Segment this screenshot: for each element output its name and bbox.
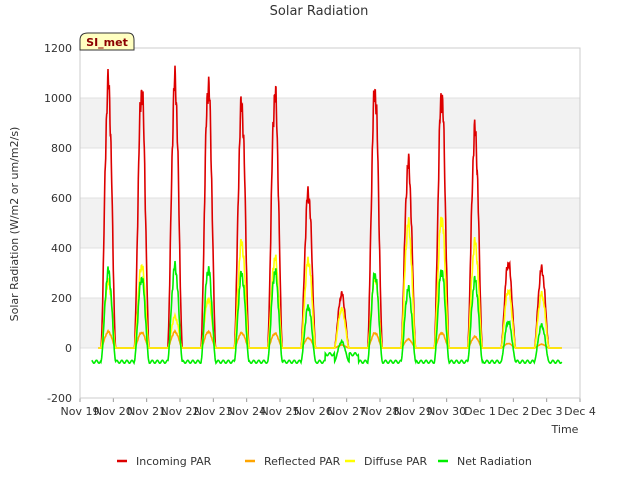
site-label: SI_met — [86, 36, 128, 49]
x-axis-label: Time — [551, 423, 579, 436]
background-band — [80, 348, 580, 398]
y-axis-ticks: -200 0 200 400 600 800 1000 1200 — [44, 42, 72, 405]
x-tick-label: Nov 30 — [427, 405, 466, 418]
x-tick-label: Dec 2 — [497, 405, 529, 418]
y-tick-label: 1200 — [44, 42, 72, 55]
background-band — [80, 148, 580, 198]
legend-label-incoming: Incoming PAR — [136, 455, 212, 468]
y-tick-label: 1000 — [44, 92, 72, 105]
x-tick-label: Dec 3 — [531, 405, 563, 418]
chart-title: Solar Radiation — [270, 4, 369, 19]
y-tick-label: 800 — [51, 142, 72, 155]
background-band — [80, 48, 580, 98]
legend-label-net: Net Radiation — [457, 455, 532, 468]
x-tick-label: Dec 4 — [564, 405, 596, 418]
legend: Incoming PAR Reflected PAR Diffuse PAR Net … — [117, 455, 532, 468]
legend-label-reflected: Reflected PAR — [264, 455, 341, 468]
y-axis-label: Solar Radiation (W/m2 or um/m2/s) — [8, 127, 21, 322]
x-tick-label: Dec 1 — [464, 405, 496, 418]
y-tick-label: 600 — [51, 192, 72, 205]
solar-radiation-chart: Solar Radiation -200 0 200 400 600 800 1000 120… — [8, 4, 596, 468]
background-band — [80, 98, 580, 148]
y-tick-label: 400 — [51, 242, 72, 255]
legend-label-diffuse: Diffuse PAR — [364, 455, 428, 468]
y-tick-label: 200 — [51, 292, 72, 305]
x-axis-ticks: Nov 19Nov 20Nov 21Nov 22Nov 23Nov 24Nov … — [61, 398, 596, 418]
y-tick-label: 0 — [65, 342, 72, 355]
background-band — [80, 198, 580, 248]
site-label-box: SI_met — [79, 32, 135, 51]
y-tick-label: -200 — [47, 392, 72, 405]
